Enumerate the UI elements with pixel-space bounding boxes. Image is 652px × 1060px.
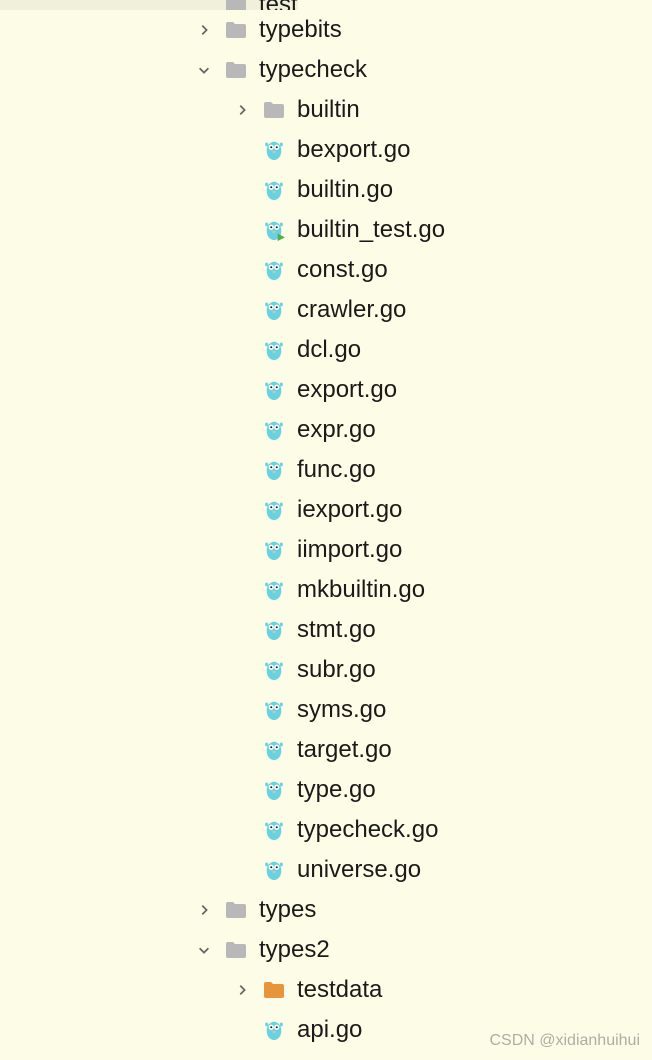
tree-item[interactable]: test [0,0,298,10]
go-file-icon [261,777,287,803]
tree-item-label: iimport.go [297,536,402,564]
tree-item-label: types [259,896,316,924]
folder-icon [223,937,249,963]
tree-item[interactable]: target.go [0,730,652,770]
tree-item-label: const.go [297,256,388,284]
chevron-right-icon[interactable] [233,101,251,119]
tree-item[interactable]: type.go [0,770,652,810]
tree-item[interactable]: builtin_test.go [0,210,652,250]
go-file-icon [261,377,287,403]
chevron-down-icon[interactable] [195,941,213,959]
go-file-icon [261,857,287,883]
tree-item-label: api.go [297,1016,362,1044]
tree-item[interactable]: typebits [0,10,652,50]
go-file-icon [261,657,287,683]
tree-item-label: target.go [297,736,392,764]
tree-item-label: dcl.go [297,336,361,364]
folder-icon [223,57,249,83]
folder-icon [261,977,287,1003]
go-file-icon [261,137,287,163]
tree-item-label: typebits [259,16,342,44]
tree-item-label: export.go [297,376,397,404]
tree-item[interactable]: const.go [0,250,652,290]
go-file-icon [261,617,287,643]
tree-item[interactable]: types2 [0,930,652,970]
tree-item-label: crawler.go [297,296,406,324]
tree-item-label: builtin [297,96,360,124]
go-file-icon [261,737,287,763]
tree-item[interactable]: testdata [0,970,652,1010]
tree-item[interactable]: builtin [0,90,652,130]
go-file-icon [261,457,287,483]
tree-item-label: typecheck [259,56,367,84]
tree-item-label: testdata [297,976,382,1004]
tree-item-label: stmt.go [297,616,376,644]
tree-item-label: test [259,0,298,10]
go-file-icon [261,817,287,843]
go-file-icon [261,337,287,363]
folder-icon [223,897,249,923]
tree-item[interactable]: iimport.go [0,530,652,570]
tree-item[interactable]: builtin.go [0,170,652,210]
chevron-right-icon[interactable] [195,21,213,39]
tree-item-label: subr.go [297,656,376,684]
tree-item-label: iexport.go [297,496,402,524]
go-file-icon [261,537,287,563]
tree-item[interactable]: export.go [0,370,652,410]
tree-item[interactable]: typecheck [0,50,652,90]
tree-item[interactable]: dcl.go [0,330,652,370]
tree-item[interactable]: func.go [0,450,652,490]
go-file-icon [261,417,287,443]
tree-item[interactable]: expr.go [0,410,652,450]
tree-item-label: syms.go [297,696,386,724]
tree-item[interactable]: stmt.go [0,610,652,650]
tree-item[interactable]: crawler.go [0,290,652,330]
tree-item[interactable]: syms.go [0,690,652,730]
tree-item-label: mkbuiltin.go [297,576,425,604]
chevron-down-icon[interactable] [195,61,213,79]
chevron-right-icon[interactable] [233,981,251,999]
tree-item-label: universe.go [297,856,421,884]
folder-icon [261,97,287,123]
go-file-icon [261,297,287,323]
tree-item-label: func.go [297,456,376,484]
go-file-icon [261,1017,287,1043]
tree-item[interactable]: typecheck.go [0,810,652,850]
go-file-icon [261,177,287,203]
tree-item-label: types2 [259,936,330,964]
go-file-icon [261,577,287,603]
tree-item[interactable]: universe.go [0,850,652,890]
go-file-icon [261,697,287,723]
tree-item-label: builtin.go [297,176,393,204]
chevron-right-icon[interactable] [195,901,213,919]
tree-item[interactable]: mkbuiltin.go [0,570,652,610]
file-tree: test typebits typecheck builtin bexport.go bu… [0,0,652,1050]
folder-icon [223,0,249,10]
watermark-text: CSDN @xidianhuihui [489,1032,640,1050]
folder-icon [223,17,249,43]
go-file-icon [261,257,287,283]
tree-item-label: bexport.go [297,136,410,164]
tree-item[interactable]: bexport.go [0,130,652,170]
tree-item[interactable]: types [0,890,652,930]
go-file-icon [261,497,287,523]
tree-item[interactable]: iexport.go [0,490,652,530]
tree-item-label: typecheck.go [297,816,438,844]
tree-item[interactable]: subr.go [0,650,652,690]
tree-item-label: type.go [297,776,376,804]
tree-item-label: expr.go [297,416,376,444]
tree-item-label: builtin_test.go [297,216,445,244]
go-test-file-icon [261,217,287,243]
